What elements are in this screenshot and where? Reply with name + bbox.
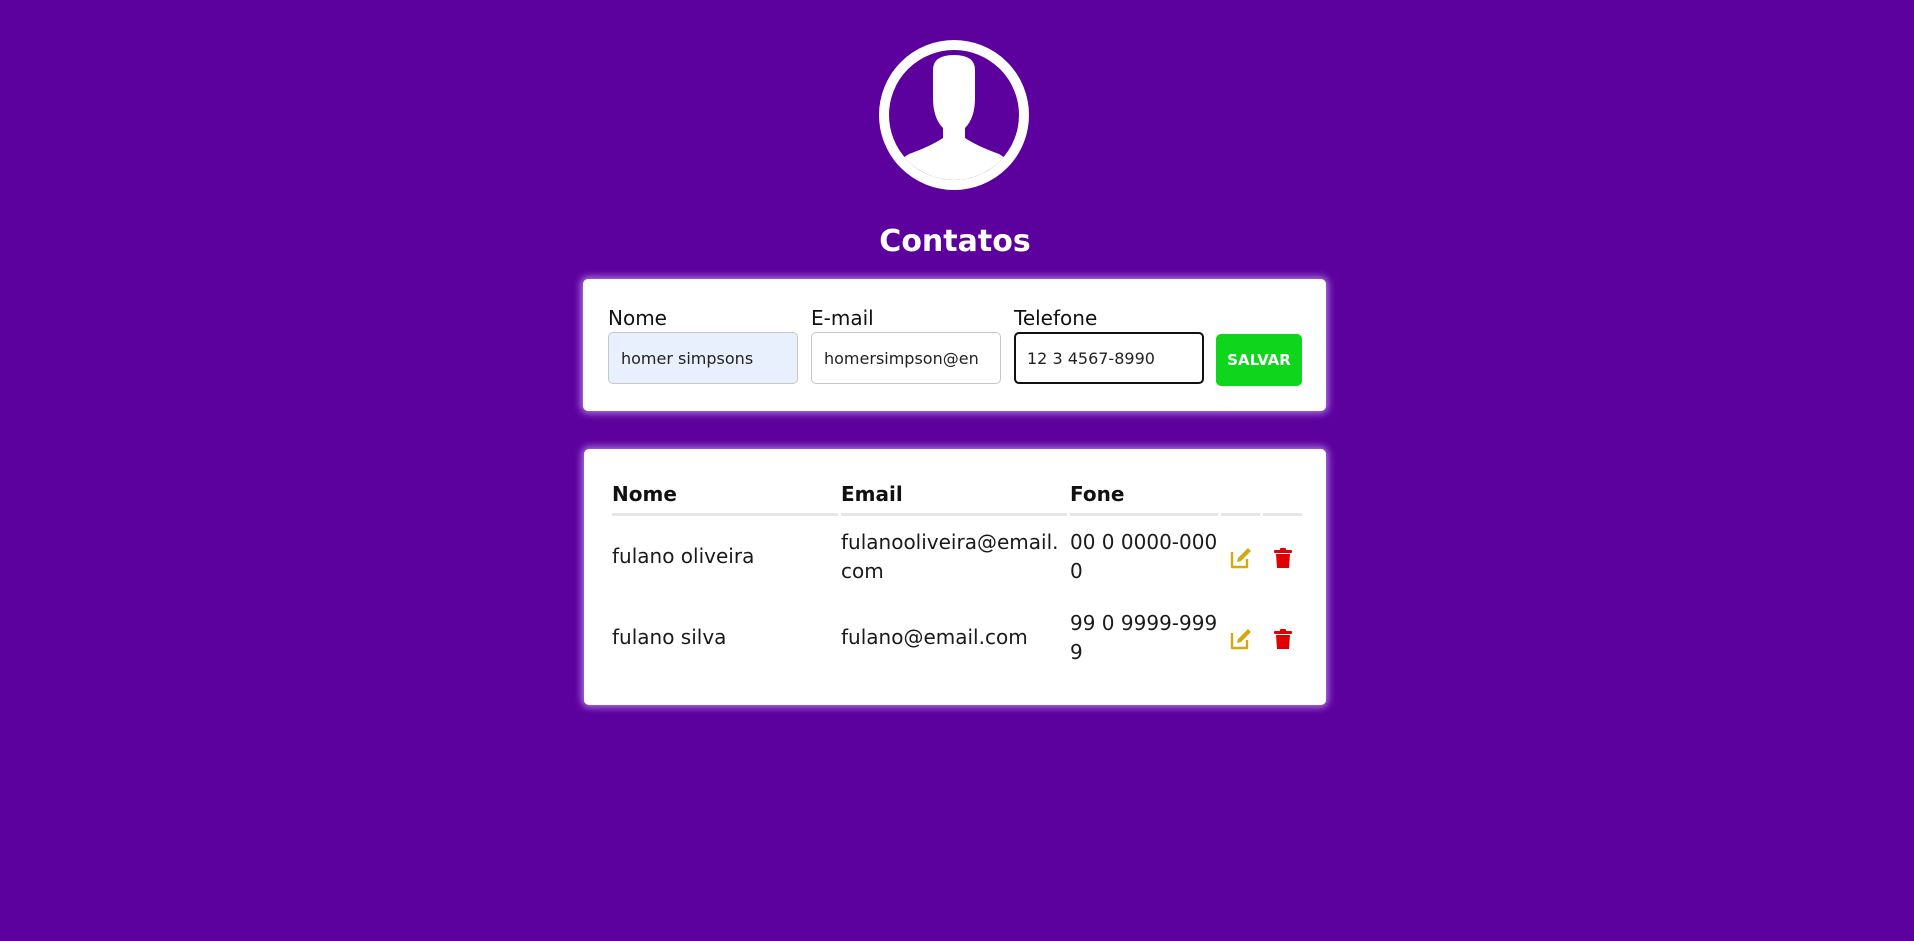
user-avatar-icon: [879, 40, 1029, 190]
table-row: fulano silva fulano@email.com 99 0 9999-…: [612, 597, 1302, 678]
page-title: Contatos: [879, 224, 1031, 259]
row-fone: 00 0 0000-0000: [1070, 529, 1218, 583]
row-nome: fulano silva: [612, 625, 727, 649]
edit-cell: [1221, 516, 1260, 597]
edit-icon[interactable]: [1229, 627, 1253, 651]
column-header-email: Email: [841, 475, 1067, 516]
column-header-nome: Nome: [612, 475, 838, 516]
column-header-edit: [1221, 475, 1260, 516]
row-email: fulano@email.com: [841, 625, 1028, 649]
row-fone: 99 0 9999-9999: [1070, 610, 1218, 664]
edit-icon[interactable]: [1229, 546, 1253, 570]
email-field: E-mail: [811, 306, 1001, 384]
table-header-row: Nome Email Fone: [612, 475, 1302, 516]
edit-cell: [1221, 597, 1260, 678]
nome-input[interactable]: [608, 332, 798, 384]
contacts-page: Contatos Nome E-mail Telefone SALVAR Nom…: [0, 0, 1914, 941]
trash-icon[interactable]: [1271, 546, 1295, 570]
row-email: fulanooliveira@email.com: [841, 529, 1059, 583]
nome-label: Nome: [608, 306, 667, 330]
column-header-delete: [1263, 475, 1302, 516]
table-row: fulano oliveira fulanooliveira@email.com…: [612, 516, 1302, 597]
telefone-input[interactable]: [1014, 332, 1204, 384]
save-button[interactable]: SALVAR: [1216, 334, 1302, 386]
trash-icon[interactable]: [1271, 627, 1295, 651]
email-input[interactable]: [811, 332, 1001, 384]
delete-cell: [1263, 516, 1302, 597]
telefone-label: Telefone: [1014, 306, 1098, 330]
delete-cell: [1263, 597, 1302, 678]
email-label: E-mail: [811, 306, 874, 330]
contacts-table: Nome Email Fone fulano oliveira fulanool…: [609, 475, 1305, 678]
row-nome: fulano oliveira: [612, 544, 755, 568]
contacts-table-card: Nome Email Fone fulano oliveira fulanool…: [584, 449, 1326, 705]
nome-field: Nome: [608, 306, 798, 384]
column-header-fone: Fone: [1070, 475, 1218, 516]
contact-form: Nome E-mail Telefone SALVAR: [583, 279, 1326, 411]
telefone-field: Telefone: [1014, 306, 1204, 384]
